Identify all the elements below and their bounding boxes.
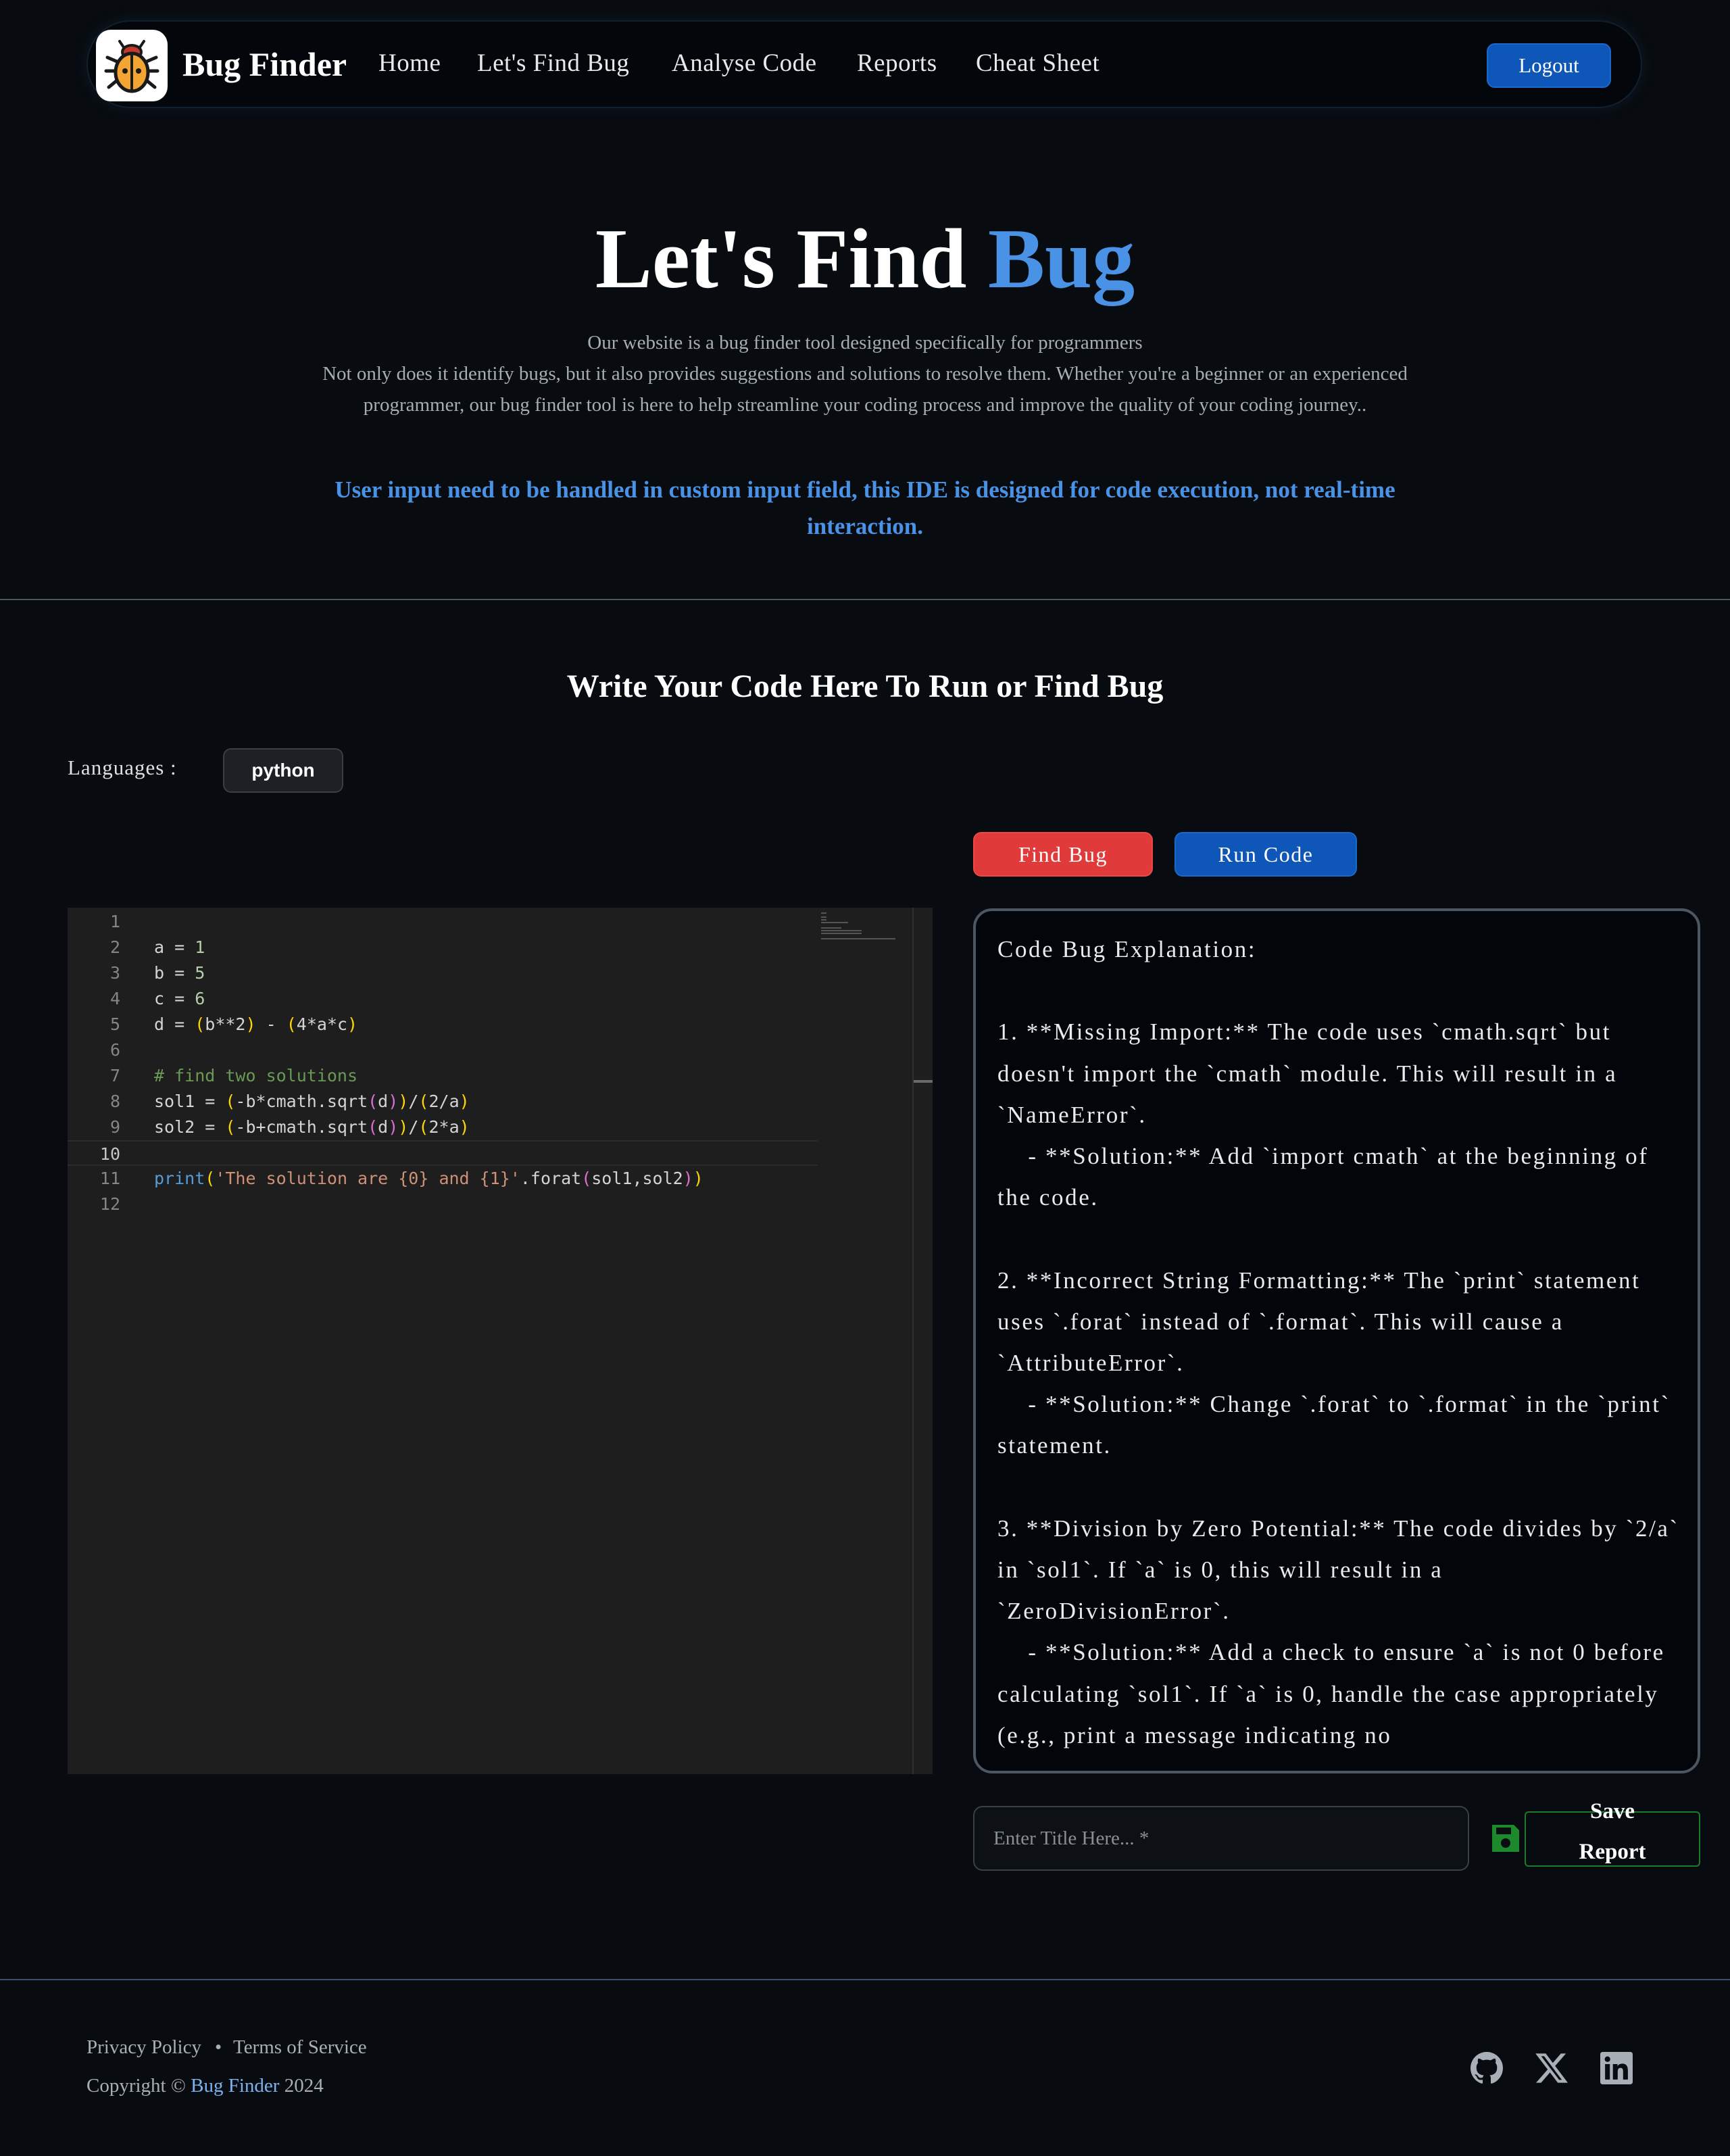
line-number: 7 xyxy=(109,1066,120,1085)
find-bug-button[interactable]: Find Bug xyxy=(973,832,1153,877)
hero-divider xyxy=(0,599,1730,600)
minimap-line xyxy=(821,912,826,914)
logout-button[interactable]: Logout xyxy=(1487,43,1611,88)
nav-reports[interactable]: Reports xyxy=(857,49,937,78)
line-number: 8 xyxy=(109,1092,120,1111)
footer-divider xyxy=(0,1979,1730,1980)
save-report-button[interactable]: Save Report xyxy=(1525,1799,1700,1867)
bug-logo-icon[interactable] xyxy=(96,30,168,101)
code-text[interactable]: c = 6 xyxy=(154,986,205,1012)
bug-explanation-panel: Code Bug Explanation: 1. **Missing Impor… xyxy=(973,908,1700,1773)
code-text[interactable]: # find two solutions xyxy=(154,1063,357,1089)
hero-description-line1: Our website is a bug finder tool designe… xyxy=(587,332,1143,353)
nav-home[interactable]: Home xyxy=(378,49,441,78)
minimap-line xyxy=(821,930,862,931)
line-number: 10 xyxy=(99,1144,120,1164)
nav-cheat-sheet[interactable]: Cheat Sheet xyxy=(976,49,1099,78)
save-report-label: Save Report xyxy=(1526,1791,1699,1872)
line-number: 5 xyxy=(109,1014,120,1034)
hero-description-line2: Not only does it identify bugs, but it a… xyxy=(322,363,1408,416)
save-report-label-line2: Report xyxy=(1579,1840,1646,1864)
footer-separator: • xyxy=(215,2036,222,2058)
hero-title-accent: Bug xyxy=(987,212,1135,306)
line-number: 12 xyxy=(99,1194,120,1214)
language-select[interactable]: python xyxy=(223,748,343,793)
navbar: Bug Finder Home Let's Find Bug Analyse C… xyxy=(86,20,1642,108)
code-line[interactable]: 2 a = 1 xyxy=(68,935,818,960)
line-number: 4 xyxy=(109,989,120,1008)
linkedin-icon[interactable] xyxy=(1600,2052,1633,2084)
copyright: Copyright © Bug Finder 2024 xyxy=(86,2075,324,2097)
editor-scrollbar-thumb[interactable] xyxy=(914,1080,933,1083)
editor-scrollbar-track[interactable] xyxy=(912,908,914,1774)
bug-explanation-text: Code Bug Explanation: 1. **Missing Impor… xyxy=(997,936,1679,1748)
hero-title-main: Let's Find xyxy=(595,212,988,306)
save-report-label-line1: Save xyxy=(1590,1799,1635,1823)
code-text[interactable]: sol1 = (-b*cmath.sqrt(d))/(2/a) xyxy=(154,1089,470,1114)
brand-name[interactable]: Bug Finder xyxy=(182,45,347,84)
floppy-disk-icon[interactable] xyxy=(1489,1822,1522,1855)
report-title-input[interactable] xyxy=(973,1806,1469,1871)
hero-note: User input need to be handled in custom … xyxy=(335,476,1395,539)
line-number: 11 xyxy=(99,1169,120,1188)
code-line[interactable]: 9 sol2 = (-b+cmath.sqrt(d))/(2*a) xyxy=(68,1114,818,1140)
privacy-policy-link[interactable]: Privacy Policy xyxy=(86,2036,201,2059)
copyright-prefix: Copyright © xyxy=(86,2075,191,2097)
code-line[interactable]: 5 d = (b**2) - (4*a*c) xyxy=(68,1012,818,1037)
code-line[interactable]: 10 xyxy=(68,1140,818,1166)
minimap-line xyxy=(821,938,895,939)
terms-of-service-link[interactable]: Terms of Service xyxy=(233,2036,367,2059)
line-number: 2 xyxy=(109,937,120,957)
minimap-line xyxy=(821,922,848,923)
language-label: Languages : xyxy=(68,756,177,779)
code-line[interactable]: 1 xyxy=(68,909,818,935)
minimap-line xyxy=(821,916,826,918)
x-icon[interactable] xyxy=(1535,2052,1568,2084)
nav-lets-find-bug[interactable]: Let's Find Bug xyxy=(477,49,629,78)
code-line[interactable]: 3 b = 5 xyxy=(68,960,818,986)
code-text[interactable]: b = 5 xyxy=(154,960,205,986)
code-line[interactable]: 7 # find two solutions xyxy=(68,1063,818,1089)
line-number: 6 xyxy=(109,1040,120,1060)
hero-description: Our website is a bug finder tool designe… xyxy=(318,327,1412,420)
code-editor[interactable]: 12a = 13b = 54c = 65d = (b**2) - (4*a*c)… xyxy=(68,908,933,1774)
minimap-line xyxy=(821,927,841,929)
code-text[interactable]: sol2 = (-b+cmath.sqrt(d))/(2*a) xyxy=(154,1114,470,1140)
editor-section-title: Write Your Code Here To Run or Find Bug xyxy=(566,668,1164,704)
hero-title: Let's Find Bug xyxy=(0,211,1730,308)
github-icon[interactable] xyxy=(1470,2052,1503,2084)
run-code-button[interactable]: Run Code xyxy=(1175,832,1357,877)
minimap-line xyxy=(821,933,862,934)
line-number: 1 xyxy=(109,912,120,931)
line-number: 9 xyxy=(109,1117,120,1137)
line-number: 3 xyxy=(109,963,120,983)
code-line[interactable]: 6 xyxy=(68,1037,818,1063)
code-line[interactable]: 11 print('The solution are {0} and {1}'.f… xyxy=(68,1166,818,1192)
code-text[interactable]: d = (b**2) - (4*a*c) xyxy=(154,1012,357,1037)
code-text[interactable]: print('The solution are {0} and {1}'.for… xyxy=(154,1166,703,1192)
code-line[interactable]: 12 xyxy=(68,1192,818,1217)
nav-analyse-code[interactable]: Analyse Code xyxy=(672,49,817,78)
code-line[interactable]: 8 sol1 = (-b*cmath.sqrt(d))/(2/a) xyxy=(68,1089,818,1114)
copyright-year: 2024 xyxy=(279,2075,324,2097)
code-text[interactable]: a = 1 xyxy=(154,935,205,960)
copyright-brand[interactable]: Bug Finder xyxy=(191,2075,279,2097)
minimap-line xyxy=(821,919,826,921)
code-line[interactable]: 4 c = 6 xyxy=(68,986,818,1012)
